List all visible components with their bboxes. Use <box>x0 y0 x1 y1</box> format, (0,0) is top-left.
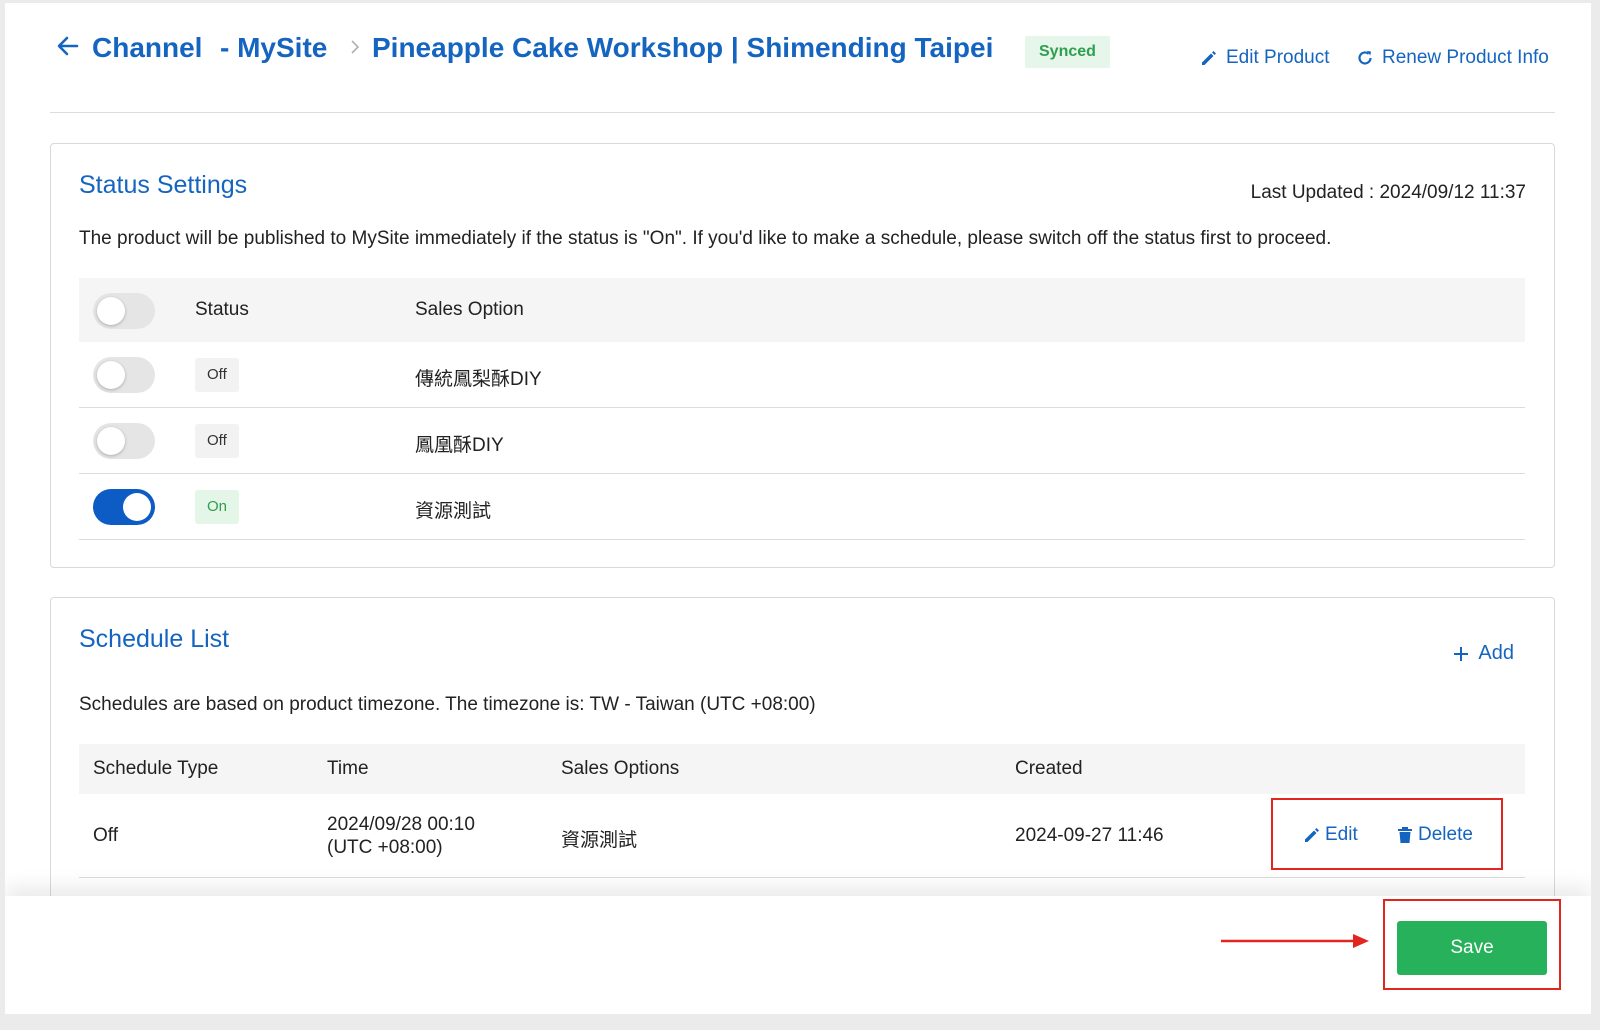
page-header: Channel - MySite Pineapple Cake Workshop… <box>50 3 1555 113</box>
status-tag: Off <box>195 358 239 392</box>
product-channel-page: Channel - MySite Pineapple Cake Workshop… <box>5 3 1591 1014</box>
schedule-time-datetime: 2024/09/28 00:10 <box>327 814 475 835</box>
status-toggle-switch[interactable] <box>93 489 155 525</box>
row-actions-highlight: Edit Delete <box>1271 798 1503 870</box>
edit-product-label: Edit Product <box>1226 47 1330 68</box>
arrow-left-icon[interactable] <box>55 33 81 59</box>
schedule-list-title: Schedule List <box>79 625 230 653</box>
status-settings-card: Status Settings Last Updated : 2024/09/1… <box>50 143 1555 568</box>
breadcrumb-channel[interactable]: Channel <box>92 31 202 65</box>
sales-option-name: 資源測試 <box>415 501 492 522</box>
add-schedule-label: Add <box>1478 642 1514 664</box>
table-row: Off 鳳凰酥DIY <box>79 408 1525 474</box>
table-row: Off 傳統鳳梨酥DIY <box>79 342 1525 408</box>
schedule-type: Off <box>93 825 118 846</box>
column-header-created: Created <box>1015 758 1083 779</box>
schedule-table: Schedule Type Time Sales Options Created… <box>79 744 1525 878</box>
edit-schedule-button[interactable]: Edit <box>1303 824 1358 846</box>
status-settings-description: The product will be published to MySite … <box>79 228 1332 249</box>
column-header-time: Time <box>327 758 369 779</box>
chevron-right-icon <box>351 40 360 54</box>
plus-icon <box>1454 646 1469 661</box>
status-tag: On <box>195 490 240 524</box>
save-button[interactable]: Save <box>1397 921 1547 975</box>
sales-option-name: 傳統鳳梨酥DIY <box>415 369 542 390</box>
refresh-icon <box>1358 51 1372 65</box>
pencil-icon <box>1305 828 1319 842</box>
add-schedule-button[interactable]: Add <box>1452 642 1514 665</box>
schedule-time: 2024/09/28 00:10 (UTC +08:00) <box>327 813 475 859</box>
column-header-schedule-type: Schedule Type <box>93 758 219 779</box>
edit-product-button[interactable]: Edit Product <box>1200 47 1330 69</box>
breadcrumb-site[interactable]: - MySite <box>220 31 327 65</box>
schedule-table-header: Schedule Type Time Sales Options Created <box>79 744 1525 794</box>
column-header-sales-options: Sales Options <box>561 758 680 779</box>
renew-product-info-button[interactable]: Renew Product Info <box>1356 47 1549 69</box>
status-badge: Synced <box>1025 36 1110 68</box>
save-highlight: Save <box>1383 899 1561 990</box>
schedule-sales-options: 資源測試 <box>561 830 638 851</box>
status-table: Status Sales Option Off 傳統鳳梨酥DIY Off 鳳凰酥… <box>79 278 1525 540</box>
status-table-header: Status Sales Option <box>79 278 1525 342</box>
pencil-icon <box>1202 51 1216 65</box>
sales-option-name: 鳳凰酥DIY <box>415 435 504 456</box>
table-row: On 資源測試 <box>79 474 1525 540</box>
schedule-created: 2024-09-27 11:46 <box>1015 825 1164 846</box>
edit-schedule-label: Edit <box>1325 824 1358 845</box>
trash-icon <box>1398 827 1412 843</box>
status-toggle-switch[interactable] <box>93 357 155 393</box>
page-title: Pineapple Cake Workshop | Shimending Tai… <box>372 32 994 63</box>
toggle-all-switch[interactable] <box>93 293 155 329</box>
delete-schedule-button[interactable]: Delete <box>1396 824 1473 846</box>
delete-schedule-label: Delete <box>1418 824 1473 845</box>
renew-product-info-label: Renew Product Info <box>1382 47 1549 68</box>
status-toggle-switch[interactable] <box>93 423 155 459</box>
schedule-list-description: Schedules are based on product timezone.… <box>79 694 816 715</box>
column-header-status: Status <box>195 299 249 320</box>
footer-bar: Save <box>5 896 1591 1014</box>
last-updated: Last Updated : 2024/09/12 11:37 <box>1250 182 1526 203</box>
status-settings-title: Status Settings <box>79 171 248 199</box>
table-row: Off 2024/09/28 00:10 (UTC +08:00) 資源測試 2… <box>79 794 1525 878</box>
schedule-time-timezone: (UTC +08:00) <box>327 837 443 858</box>
arrow-right-icon <box>1221 934 1369 948</box>
status-tag: Off <box>195 424 239 458</box>
column-header-sales-option: Sales Option <box>415 299 524 320</box>
